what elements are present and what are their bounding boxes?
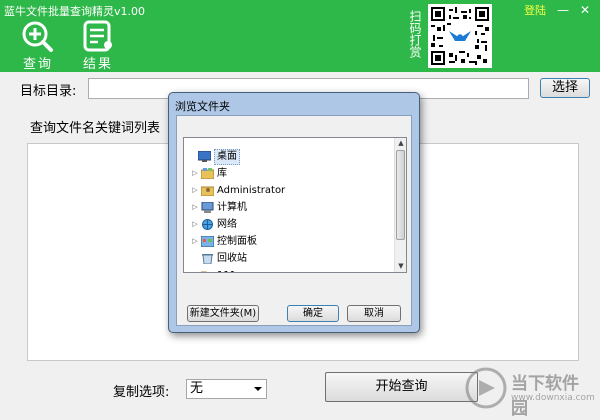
search-plus-icon xyxy=(22,21,53,52)
qr-code xyxy=(428,4,492,68)
folder-tree-item-label: 桌面 xyxy=(214,149,240,165)
folder-tree-item[interactable]: ▷ Administrator xyxy=(184,182,396,199)
document-list-icon xyxy=(83,20,112,52)
folder-tree-item[interactable]: 桌面 xyxy=(184,148,396,165)
choose-button[interactable]: 选择 xyxy=(540,78,590,98)
copy-option-select[interactable]: 无 xyxy=(186,379,267,399)
scroll-down-arrow-icon[interactable]: ▼ xyxy=(395,261,406,272)
target-dir-label: 目标目录: xyxy=(20,84,77,99)
browse-folder-dialog: 浏览文件夹 桌面▷库▷Administrator▷计算机▷网络▷控制面板回收站1… xyxy=(168,92,420,333)
watermark-url: www.downxia.com xyxy=(511,393,595,403)
scroll-up-arrow-icon[interactable]: ▲ xyxy=(395,138,406,149)
folder-icon xyxy=(201,271,207,272)
folder-tree-item-label: 回收站 xyxy=(217,253,247,264)
query-tool-label: 查询 xyxy=(22,57,53,72)
app-header: 蓝牛文件批量查询精灵v1.00 登陆 — ✕ 查询 结果 扫码打赏 xyxy=(0,0,600,72)
qr-code-icon xyxy=(431,7,489,65)
folder-tree-item-label: 111 xyxy=(217,267,236,272)
app-title: 蓝牛文件批量查询精灵v1.00 xyxy=(4,5,146,18)
scan-reward-label: 扫码打赏 xyxy=(408,10,422,58)
window-controls: 登陆 — ✕ xyxy=(524,2,596,18)
keyword-list-label: 查询文件名关键词列表 xyxy=(30,121,161,136)
new-folder-button[interactable]: 新建文件夹(M) xyxy=(187,305,259,322)
control-panel-icon xyxy=(201,236,214,247)
start-query-button[interactable]: 开始查询 xyxy=(325,372,478,402)
query-tool-button[interactable]: 查询 xyxy=(14,20,62,72)
ok-button[interactable]: 确定 xyxy=(287,305,339,322)
expand-arrow-icon[interactable]: ▷ xyxy=(191,182,199,199)
folder-tree-items: 桌面▷库▷Administrator▷计算机▷网络▷控制面板回收站111 xyxy=(184,138,396,272)
network-icon xyxy=(202,219,213,230)
minimize-button[interactable]: — xyxy=(552,2,574,18)
dialog-title: 浏览文件夹 xyxy=(175,100,230,113)
chevron-down-icon xyxy=(254,387,262,391)
folder-tree-item[interactable]: ▷ 网络 xyxy=(184,216,396,233)
tree-scrollbar[interactable]: ▲ ▼ xyxy=(394,138,406,272)
watermark: 当下软件园 www.downxia.com xyxy=(465,365,595,419)
folder-tree-item-label: 网络 xyxy=(217,219,237,230)
copy-option-label: 复制选项: xyxy=(113,385,170,400)
result-tool-button[interactable]: 结果 xyxy=(74,20,122,72)
recycle-bin-icon xyxy=(202,254,213,264)
folder-tree[interactable]: 桌面▷库▷Administrator▷计算机▷网络▷控制面板回收站111 ▲ ▼ xyxy=(183,137,407,273)
desktop-icon xyxy=(198,151,211,162)
folder-tree-item-label: 计算机 xyxy=(217,202,247,213)
expand-arrow-icon[interactable]: ▷ xyxy=(191,165,199,182)
folder-tree-item[interactable]: ▷ 控制面板 xyxy=(184,233,396,250)
expand-arrow-icon[interactable]: ▷ xyxy=(191,233,199,250)
login-link[interactable]: 登陆 xyxy=(524,2,546,18)
folder-tree-item[interactable]: 回收站 xyxy=(184,250,396,267)
copy-option-value: 无 xyxy=(190,381,204,396)
folder-tree-item-label: 控制面板 xyxy=(217,236,257,247)
user-folder-icon xyxy=(201,186,214,196)
folder-tree-item-label: Administrator xyxy=(217,185,286,196)
folder-tree-item[interactable]: ▷ 库 xyxy=(184,165,396,182)
watermark-logo-icon xyxy=(465,367,507,409)
scroll-thumb[interactable] xyxy=(396,150,405,240)
close-button[interactable]: ✕ xyxy=(574,2,596,18)
expand-arrow-icon[interactable]: ▷ xyxy=(191,199,199,216)
folder-tree-item[interactable]: ▷ 计算机 xyxy=(184,199,396,216)
expand-arrow-icon[interactable]: ▷ xyxy=(191,216,199,233)
library-icon xyxy=(201,168,214,179)
computer-icon xyxy=(201,202,214,213)
folder-tree-item-label: 库 xyxy=(217,168,227,179)
folder-tree-item[interactable]: 111 xyxy=(184,267,396,272)
result-tool-label: 结果 xyxy=(82,57,113,72)
cancel-button[interactable]: 取消 xyxy=(347,305,401,322)
